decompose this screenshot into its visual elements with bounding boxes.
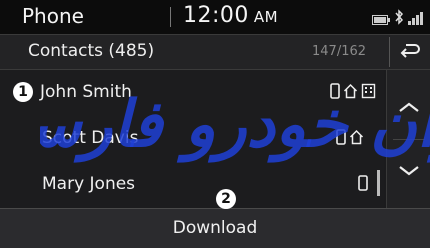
status-icons bbox=[372, 9, 424, 29]
watermark-logo: ایران خودرو فارسی bbox=[40, 87, 430, 163]
clock: 12:00 AM bbox=[183, 3, 278, 28]
back-arrow-icon bbox=[400, 42, 420, 62]
status-bar: Phone 12:00 AM bbox=[0, 0, 430, 35]
callout-badge-2: 2 bbox=[216, 189, 236, 209]
watermark-text: ایران خودرو فارسی bbox=[40, 87, 430, 163]
signal-icon bbox=[408, 10, 424, 29]
callout-badge-1: 1 bbox=[13, 82, 33, 102]
app-title: Phone bbox=[22, 4, 84, 28]
contacts-title: Contacts (485) bbox=[28, 41, 155, 61]
phone-screen: Phone 12:00 AM Contacts (485) 147/162 Jo… bbox=[0, 0, 430, 248]
bluetooth-icon bbox=[394, 9, 404, 29]
status-divider bbox=[170, 7, 171, 27]
clock-ampm: AM bbox=[253, 8, 279, 26]
download-bar: Download bbox=[0, 208, 430, 248]
battery-icon bbox=[372, 10, 390, 29]
page-indicator: 147/162 bbox=[312, 44, 367, 59]
clock-time: 12:00 bbox=[183, 3, 249, 28]
download-button[interactable]: Download bbox=[10, 211, 420, 245]
